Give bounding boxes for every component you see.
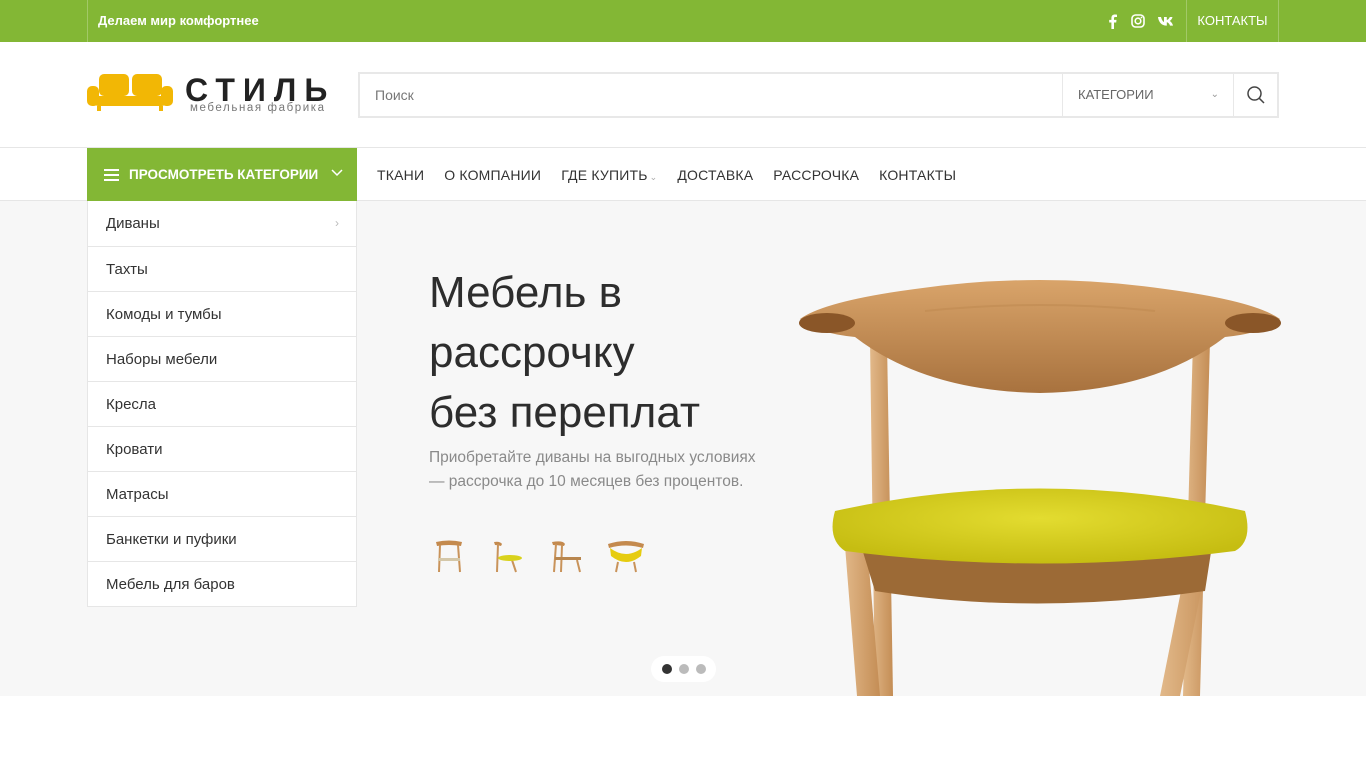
sidebar-item-label: Наборы мебели	[106, 351, 218, 368]
social-links	[1104, 0, 1174, 42]
sidebar-item-beds[interactable]: Кровати	[88, 426, 356, 471]
slider-dot[interactable]	[678, 664, 689, 674]
search-input[interactable]	[360, 74, 1060, 116]
slider-dot[interactable]	[695, 664, 706, 674]
nav-item-about[interactable]: О КОМПАНИИ	[444, 167, 541, 183]
search-bar: КАТЕГОРИИ ⌄	[358, 72, 1279, 118]
header: СТИЛЬ мебельная фабрика КАТЕГОРИИ ⌄	[0, 42, 1366, 148]
facebook-icon[interactable]	[1104, 13, 1120, 29]
sidebar-item-label: Тахты	[106, 261, 148, 278]
vk-icon[interactable]	[1156, 13, 1174, 29]
nav-item-fabrics[interactable]: ТКАНИ	[377, 167, 424, 183]
browse-categories-button[interactable]: ПРОСМОТРЕТЬ КАТЕГОРИИ	[87, 148, 357, 201]
sidebar-item-label: Кровати	[106, 441, 163, 458]
nav-item-label: ГДЕ КУПИТЬ	[561, 166, 648, 183]
logo[interactable]: СТИЛЬ мебельная фабрика	[87, 72, 347, 122]
category-sidebar: Диваны › Тахты Комоды и тумбы Наборы мебе…	[87, 201, 357, 607]
sidebar-item-label: Кресла	[106, 396, 157, 413]
category-select-label: КАТЕГОРИИ	[1078, 87, 1154, 102]
tagline: Делаем мир комфортнее	[87, 0, 259, 42]
hero-title-line: без переплат	[429, 388, 701, 437]
sidebar-item-benches[interactable]: Банкетки и пуфики	[88, 516, 356, 561]
menu-icon	[104, 168, 119, 181]
sidebar-item-dressers[interactable]: Комоды и тумбы	[88, 291, 356, 336]
sidebar-item-armchairs[interactable]: Кресла	[88, 381, 356, 426]
hero-description: Приобретайте диваны на выгодных условиях…	[429, 449, 756, 490]
hero-title-line: рассрочку	[429, 328, 635, 377]
search-button[interactable]	[1233, 74, 1277, 116]
sidebar-item-sofas[interactable]: Диваны ›	[88, 201, 356, 246]
main-menu: ТКАНИ О КОМПАНИИ ГДЕ КУПИТЬ ⌄ ДОСТАВКА РА…	[377, 148, 956, 201]
contacts-link-top[interactable]: КОНТАКТЫ	[1186, 0, 1279, 42]
sidebar-item-label: Банкетки и пуфики	[106, 531, 237, 548]
navigation-bar: ПРОСМОТРЕТЬ КАТЕГОРИИ ТКАНИ О КОМПАНИИ Г…	[0, 148, 1366, 201]
slider-pagination	[651, 656, 716, 682]
sidebar-item-label: Мебель для баров	[106, 576, 235, 593]
hero-title: Мебель в рассрочку без переплат	[429, 263, 779, 443]
chevron-down-icon: ⌄	[649, 171, 658, 182]
sidebar-item-label: Диваны	[106, 215, 160, 232]
chevron-down-icon	[331, 169, 343, 177]
chair-thumbnail	[488, 536, 528, 576]
nav-item-installments[interactable]: РАССРОЧКА	[773, 167, 859, 183]
sidebar-item-bar-furniture[interactable]: Мебель для баров	[88, 561, 356, 606]
top-bar: Делаем мир комфортнее КОНТАКТЫ	[0, 0, 1366, 42]
chevron-right-icon: ›	[335, 216, 339, 230]
hero-title-line: Мебель в	[429, 268, 623, 317]
nav-item-delivery[interactable]: ДОСТАВКА	[677, 167, 753, 183]
chair-image	[799, 280, 1281, 696]
chair-thumbnail	[547, 536, 587, 576]
chair-thumbnail	[429, 536, 469, 576]
category-select[interactable]: КАТЕГОРИИ ⌄	[1062, 74, 1233, 116]
chair-thumbnails	[429, 536, 646, 576]
search-icon	[1246, 86, 1265, 104]
sofa-logo-icon	[87, 74, 173, 111]
sidebar-item-label: Комоды и тумбы	[106, 306, 222, 323]
browse-categories-label: ПРОСМОТРЕТЬ КАТЕГОРИИ	[129, 167, 319, 182]
chair-thumbnail	[606, 536, 646, 576]
chevron-down-icon: ⌄	[1210, 89, 1219, 100]
sidebar-item-ottomans[interactable]: Тахты	[88, 246, 356, 291]
sidebar-item-furniture-sets[interactable]: Наборы мебели	[88, 336, 356, 381]
slider-dot[interactable]	[661, 664, 672, 674]
logo-subtitle: мебельная фабрика	[190, 102, 326, 114]
sidebar-item-mattresses[interactable]: Матрасы	[88, 471, 356, 516]
nav-item-contacts[interactable]: КОНТАКТЫ	[879, 167, 956, 183]
nav-item-where-to-buy[interactable]: ГДЕ КУПИТЬ ⌄	[561, 167, 657, 183]
sidebar-item-label: Матрасы	[106, 486, 169, 503]
instagram-icon[interactable]	[1130, 13, 1146, 29]
